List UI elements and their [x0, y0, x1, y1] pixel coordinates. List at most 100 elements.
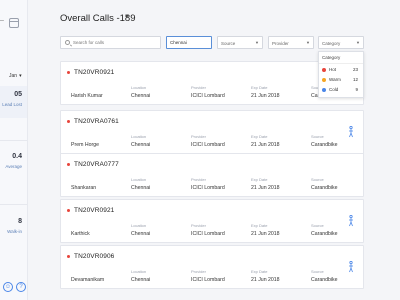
- provider-label: Provider: [191, 85, 206, 90]
- hot-dot-icon: [67, 209, 70, 212]
- chevron-down-icon: ▼: [255, 40, 259, 45]
- provider-dropdown-label: Provider: [272, 41, 289, 46]
- customer-name: Harish Kumar: [71, 93, 103, 99]
- location-label: Location: [131, 177, 147, 182]
- source-label: Source: [311, 269, 324, 274]
- exp-date-label: Exp Date: [251, 85, 268, 90]
- provider-value: ICICI Lombard: [191, 185, 225, 191]
- registration-number: TN20VRA0761: [74, 118, 119, 125]
- option-count: 23: [352, 67, 358, 72]
- walk-in-icon[interactable]: [347, 126, 355, 138]
- stat-value: 05: [14, 91, 22, 98]
- call-card[interactable]: TN20VRA0761 Prem Horge Location Chennai P…: [60, 110, 364, 154]
- collapse-handle[interactable]: –: [0, 17, 4, 24]
- profile-icon[interactable]: ☺: [3, 282, 13, 292]
- stat-label: Average: [5, 164, 22, 169]
- stat-average[interactable]: 0.4 Average: [0, 153, 27, 169]
- location-value: Chennai: [131, 231, 151, 237]
- warm-dot-icon: [322, 78, 326, 82]
- month-select[interactable]: Jan: [9, 73, 22, 79]
- exp-date-value: 21 Jun 2018: [251, 142, 280, 148]
- category-dropdown-label: Category: [322, 41, 341, 46]
- provider-label: Provider: [191, 223, 206, 228]
- category-option-hot[interactable]: Hot 23: [319, 64, 363, 74]
- search-icon: [65, 40, 70, 45]
- registration-number: TN20VRA0777: [74, 161, 119, 168]
- source-dropdown[interactable]: Source ▼: [217, 36, 263, 49]
- walk-in-icon[interactable]: [347, 261, 355, 273]
- provider-value: ICICI Lombard: [191, 231, 225, 237]
- category-menu-header: Category: [319, 52, 363, 64]
- hot-dot-icon: [67, 71, 70, 74]
- location-field[interactable]: [166, 36, 212, 49]
- location-label: Location: [131, 269, 147, 274]
- exp-date-value: 21 Jun 2018: [251, 185, 280, 191]
- exp-date-value: 21 Jun 2018: [251, 93, 280, 99]
- cold-dot-icon: [322, 88, 326, 92]
- source-dropdown-label: Source: [221, 41, 236, 46]
- registration-number: TN20VR0921: [74, 207, 115, 214]
- location-value: Chennai: [131, 277, 151, 283]
- hot-dot-icon: [322, 68, 326, 72]
- location-value: Chennai: [131, 93, 151, 99]
- stat-label: Walk-in: [7, 229, 22, 234]
- location-label: Location: [131, 85, 147, 90]
- source-label: Source: [311, 134, 324, 139]
- category-option-warm[interactable]: Warm 12: [319, 74, 363, 84]
- category-menu: Category Hot 23 Warm 12 Cold 9: [318, 51, 364, 98]
- chevron-down-icon[interactable]: ▼: [124, 14, 130, 20]
- customer-name: Devamanikam: [71, 277, 105, 283]
- option-label: Warm: [329, 77, 341, 82]
- divider: [0, 140, 27, 141]
- provider-value: ICICI Lombard: [191, 93, 225, 99]
- location-value: Chennai: [131, 142, 151, 148]
- stat-value: 8: [18, 218, 22, 225]
- sidebar: – Jan 05 Lead Lost 0.4 Average 8 Walk-in…: [0, 0, 28, 300]
- exp-date-label: Exp Date: [251, 134, 268, 139]
- hot-dot-icon: [67, 255, 70, 258]
- walk-in-icon[interactable]: [347, 215, 355, 227]
- search-input[interactable]: [73, 37, 158, 48]
- call-card[interactable]: TN20VRA0777 Shankaran Location Chennai Pr…: [60, 153, 364, 197]
- source-value: Carandbike: [311, 277, 338, 283]
- category-option-cold[interactable]: Cold 9: [319, 84, 363, 94]
- source-label: Source: [311, 177, 324, 182]
- location-value: Chennai: [131, 185, 151, 191]
- source-label: Source: [311, 223, 324, 228]
- registration-number: TN20VR0906: [74, 253, 115, 260]
- exp-date-label: Exp Date: [251, 177, 268, 182]
- stat-label: Lead Lost: [2, 102, 22, 107]
- option-label: Cold: [329, 87, 339, 92]
- divider: [0, 204, 27, 205]
- location-label: Location: [131, 223, 147, 228]
- option-count: 12: [352, 77, 358, 82]
- hot-dot-icon: [67, 120, 70, 123]
- source-value: Carandbike: [311, 231, 338, 237]
- call-card[interactable]: TN20VR0921 Karthick Location Chennai Prov…: [60, 199, 364, 243]
- source-value: Carandbike: [311, 142, 338, 148]
- hot-dot-icon: [67, 163, 70, 166]
- provider-dropdown[interactable]: Provider ▼: [268, 36, 314, 49]
- exp-date-value: 21 Jun 2018: [251, 277, 280, 283]
- stat-lead-lost[interactable]: 05 Lead Lost: [0, 86, 27, 118]
- call-card[interactable]: TN20VR0906 Devamanikam Location Chennai P…: [60, 245, 364, 289]
- location-input[interactable]: [170, 37, 210, 48]
- category-dropdown[interactable]: Category ▼: [318, 36, 364, 49]
- stat-walk-in[interactable]: 8 Walk-in: [0, 218, 27, 234]
- customer-name: Karthick: [71, 231, 90, 237]
- exp-date-label: Exp Date: [251, 269, 268, 274]
- stat-value: 0.4: [12, 153, 22, 160]
- chevron-down-icon: ▼: [306, 40, 310, 45]
- option-count: 9: [355, 87, 358, 92]
- exp-date-value: 21 Jun 2018: [251, 231, 280, 237]
- customer-name: Prem Horge: [71, 142, 99, 148]
- provider-value: ICICI Lombard: [191, 277, 225, 283]
- help-icon[interactable]: ?: [16, 282, 26, 292]
- search-box[interactable]: [60, 36, 161, 49]
- calendar-icon[interactable]: [9, 18, 19, 28]
- location-label: Location: [131, 134, 147, 139]
- provider-label: Provider: [191, 134, 206, 139]
- option-label: Hot: [329, 67, 337, 72]
- provider-label: Provider: [191, 269, 206, 274]
- chevron-down-icon: ▼: [356, 40, 360, 45]
